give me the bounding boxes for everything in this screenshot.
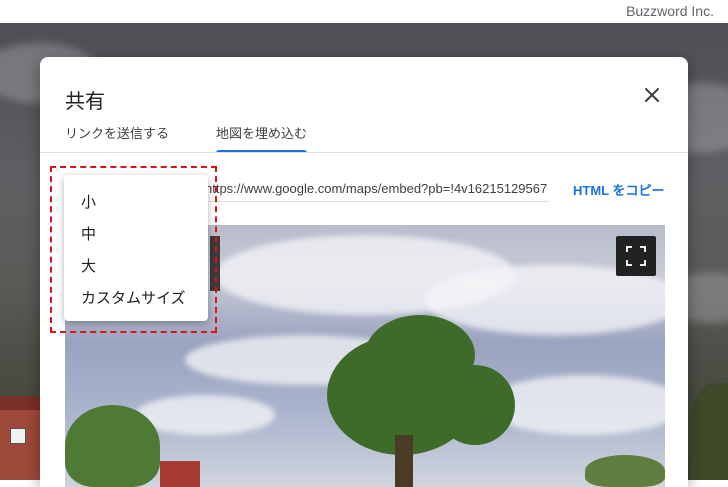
annotation-highlight-box — [50, 166, 217, 333]
watermark: Buzzword Inc. — [626, 3, 714, 19]
close-icon — [645, 88, 659, 102]
copy-html-button[interactable]: HTML をコピー — [573, 180, 664, 199]
embed-code-field[interactable]: https://www.google.com/maps/embed?pb=!4v… — [205, 179, 549, 202]
dialog-title: 共有 — [65, 89, 105, 113]
tab-embed-map[interactable]: 地図を埋め込む — [216, 123, 307, 142]
close-button[interactable] — [636, 79, 668, 111]
fullscreen-button[interactable] — [616, 236, 656, 276]
background-house — [0, 396, 40, 480]
background-tree — [690, 383, 728, 480]
tab-send-link[interactable]: リンクを送信する — [65, 123, 169, 142]
fullscreen-icon — [626, 246, 646, 266]
top-bar: Buzzword Inc. — [0, 0, 728, 24]
tab-divider — [40, 152, 688, 153]
embed-code-text: https://www.google.com/maps/embed?pb=!4v… — [205, 181, 548, 196]
